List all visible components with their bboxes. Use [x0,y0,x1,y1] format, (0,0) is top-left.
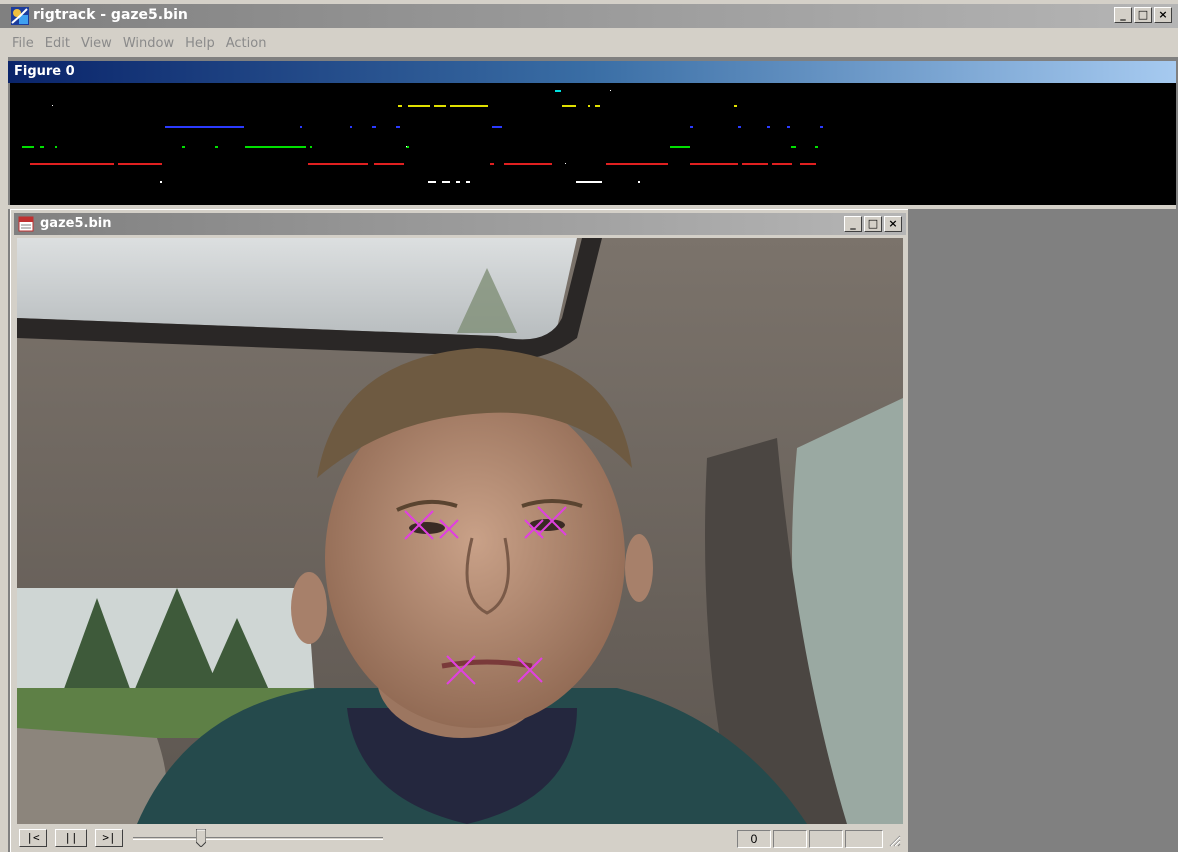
step-forward-button[interactable]: >| [95,829,123,847]
track-1-segment [595,105,600,107]
document-icon [18,216,34,232]
track-4-segment [690,163,738,165]
track-dot [406,146,407,147]
menu-file[interactable]: File [12,36,34,51]
menu-help[interactable]: Help [185,36,215,51]
playback-controls: |< || >| 0 [17,827,903,849]
track-3-segment [215,146,218,148]
app-title: rigtrack - gaze5.bin [33,7,188,23]
app-titlebar: rigtrack - gaze5.bin _ □ × [0,0,1178,30]
video-frame [17,238,903,824]
track-3-segment [791,146,796,148]
track-4-segment [742,163,768,165]
track-4-segment [800,163,816,165]
track-4-segment [30,163,114,165]
track-1-segment [562,105,576,107]
frame-slider-track[interactable] [133,837,383,840]
app-window-controls: _ □ × [1114,7,1172,23]
track-1-segment [588,105,590,107]
video-window-title: gaze5.bin [40,216,112,231]
video-window: gaze5.bin _ □ × |< || >| 0 [10,209,908,852]
menu-bar: File Edit View Window Help Action [0,30,1178,56]
status-cell-2 [809,830,843,848]
track-3-segment [815,146,818,148]
track-3-segment [40,146,44,148]
track-2-segment [787,126,790,128]
track-4-segment [374,163,404,165]
right-ear [625,534,653,602]
track-3-segment [245,146,306,148]
track-4-segment [308,163,368,165]
resize-grip-icon[interactable] [887,833,901,847]
video-maximize-button[interactable]: □ [864,216,882,232]
video-window-controls: _ □ × [844,216,902,232]
track-5-segment [466,181,470,183]
track-5-segment [576,181,602,183]
track-3-segment [55,146,57,148]
menu-edit[interactable]: Edit [45,36,70,51]
track-1-segment [734,105,737,107]
track-2-segment [690,126,693,128]
menu-window[interactable]: Window [123,36,174,51]
track-2-segment [165,126,244,128]
menu-view[interactable]: View [81,36,112,51]
status-cell-1 [773,830,807,848]
track-dot [52,105,53,106]
track-1-segment [408,105,430,107]
track-2-segment [492,126,502,128]
track-4-segment [772,163,792,165]
track-4-segment [606,163,668,165]
rewind-button[interactable]: |< [19,829,47,847]
track-2-segment [767,126,770,128]
track-5-segment [160,181,162,183]
track-2-segment [820,126,823,128]
track-4-segment [118,163,162,165]
track-1-segment [450,105,488,107]
track-4-segment [490,163,494,165]
app-close-button[interactable]: × [1154,7,1172,23]
track-5-segment [638,181,640,183]
track-3-segment [310,146,312,148]
frame-slider-thumb[interactable] [195,829,206,847]
pause-button[interactable]: || [55,829,87,847]
track-3-segment [670,146,690,148]
track-2-segment [372,126,376,128]
track-3-segment [182,146,185,148]
app-minimize-button[interactable]: _ [1114,7,1132,23]
menu-action[interactable]: Action [226,36,267,51]
track-2-segment [396,126,400,128]
track-2-segment [738,126,741,128]
app-maximize-button[interactable]: □ [1134,7,1152,23]
rigtrack-app-icon [11,7,29,25]
track-5-segment [442,181,450,183]
track-0-segment [555,90,561,92]
left-ear [291,572,327,644]
figure-timeline-plot [10,83,1176,205]
track-3-segment [22,146,34,148]
video-minimize-button[interactable]: _ [844,216,862,232]
figure-window-title: Figure 0 [14,64,75,79]
track-2-segment [300,126,302,128]
track-5-segment [428,181,436,183]
status-cell-3 [845,830,883,848]
track-2-segment [350,126,352,128]
track-dot [565,163,566,164]
track-dot [610,90,611,91]
track-4-segment [504,163,552,165]
video-close-button[interactable]: × [884,216,902,232]
track-1-segment [434,105,446,107]
figure-window-titlebar[interactable]: Figure 0 [8,61,1176,83]
track-1-segment [398,105,402,107]
track-5-segment [456,181,460,183]
video-window-titlebar[interactable]: gaze5.bin _ □ × [14,213,906,235]
frame-number: 0 [737,830,771,848]
